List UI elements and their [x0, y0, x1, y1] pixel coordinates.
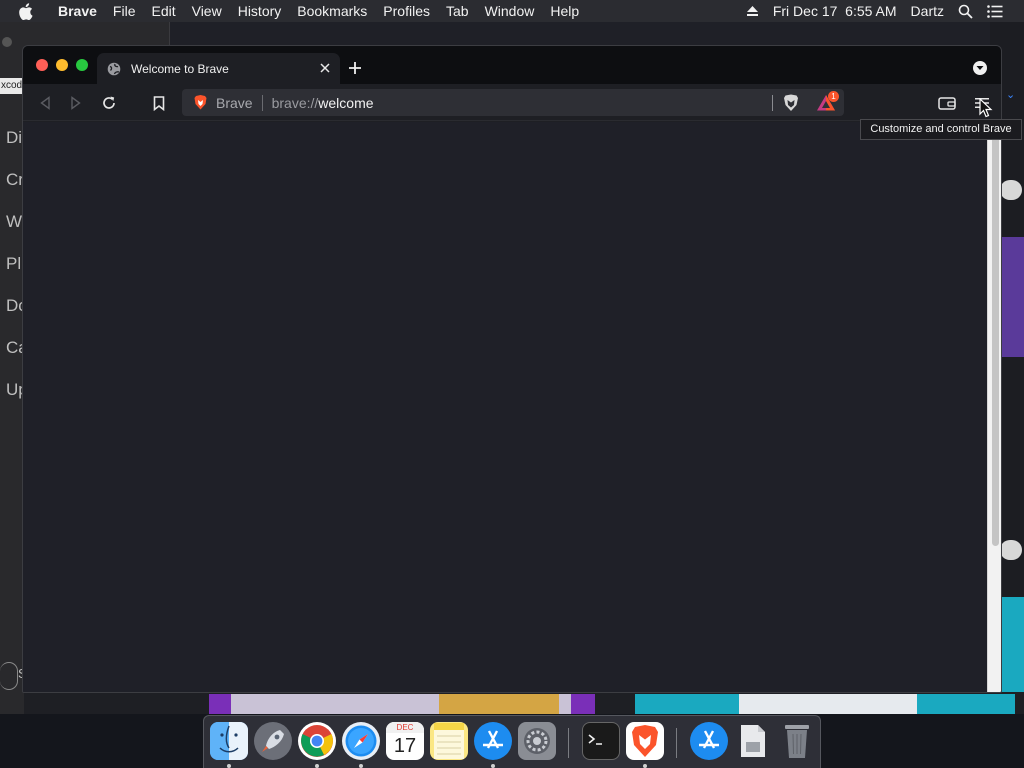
running-indicator	[315, 764, 319, 768]
mouse-pointer-icon	[979, 97, 993, 118]
running-indicator	[359, 764, 363, 768]
address-separator	[261, 94, 263, 111]
background-thumbnail	[1000, 237, 1024, 357]
menu-bookmarks[interactable]: Bookmarks	[289, 3, 375, 19]
background-thumbnail	[209, 694, 595, 714]
safari-icon[interactable]	[342, 722, 380, 760]
background-toggle	[1000, 540, 1022, 560]
background-window-dot	[2, 37, 12, 47]
chrome-icon[interactable]	[298, 722, 336, 760]
calendar-day: 17	[393, 735, 417, 757]
site-chip-label: Brave	[216, 94, 253, 111]
tab-title: Welcome to Brave	[131, 61, 229, 76]
eject-icon[interactable]	[739, 5, 766, 17]
dock-divider	[568, 728, 569, 758]
notification-center-icon[interactable]	[980, 4, 1010, 18]
menu-user[interactable]: Dartz	[904, 3, 951, 19]
window-maximize-button[interactable]	[76, 59, 88, 71]
app-store-folder-icon[interactable]	[690, 722, 728, 760]
background-windows-bottom	[24, 692, 1024, 714]
app-store-icon[interactable]	[474, 722, 512, 760]
bookmark-icon[interactable]	[148, 92, 170, 114]
menu-help[interactable]: Help	[542, 3, 587, 19]
running-indicator	[227, 764, 231, 768]
apple-menu-icon[interactable]	[18, 2, 36, 20]
tab-strip: Welcome to Brave	[23, 46, 1001, 84]
url-text[interactable]: brave://welcome	[272, 95, 374, 111]
notes-icon[interactable]	[430, 722, 468, 760]
launchpad-icon[interactable]	[254, 722, 292, 760]
brave-shield-icon	[194, 95, 208, 111]
scrollbar-thumb[interactable]	[992, 132, 999, 546]
forward-arrow-icon[interactable]	[65, 92, 87, 114]
background-label: Pl	[6, 254, 22, 273]
chevron-down-icon: ⌄	[1006, 89, 1016, 101]
menu-window[interactable]: Window	[477, 3, 543, 19]
calendar-icon[interactable]: DEC 17	[386, 722, 424, 760]
running-indicator	[643, 764, 647, 768]
url-host: welcome	[318, 94, 374, 111]
background-circle-button	[0, 662, 18, 690]
running-indicator	[491, 764, 495, 768]
brave-icon[interactable]	[626, 722, 664, 760]
wallet-icon[interactable]	[936, 92, 958, 114]
menu-file[interactable]: File	[105, 3, 144, 19]
menu-edit[interactable]: Edit	[143, 3, 183, 19]
url-scheme: brave://	[271, 94, 319, 111]
background-toggle	[1000, 180, 1022, 200]
menu-view[interactable]: View	[184, 3, 230, 19]
menu-profiles[interactable]: Profiles	[375, 3, 438, 19]
background-label: W	[6, 212, 23, 231]
dock: DEC 17	[203, 715, 821, 768]
documents-folder-icon[interactable]	[734, 722, 772, 760]
menu-clock[interactable]: Fri Dec 17 6:55 AM	[766, 3, 904, 19]
terminal-icon[interactable]	[582, 722, 620, 760]
vertical-scrollbar[interactable]	[987, 122, 1001, 692]
menu-bar: Brave File Edit View History Bookmarks P…	[0, 0, 1024, 22]
window-close-button[interactable]	[36, 59, 48, 71]
globe-icon	[107, 62, 121, 76]
window-minimize-button[interactable]	[56, 59, 68, 71]
tab-welcome[interactable]: Welcome to Brave	[97, 53, 340, 84]
menu-tab[interactable]: Tab	[438, 3, 477, 19]
reload-icon[interactable]	[98, 92, 120, 114]
finder-icon[interactable]	[210, 722, 248, 760]
address-separator	[772, 95, 773, 111]
brave-rewards-icon[interactable]: 1	[816, 91, 839, 113]
new-tab-plus-icon[interactable]	[345, 58, 365, 78]
rewards-notification-badge: 1	[828, 91, 839, 102]
menu-history[interactable]: History	[230, 3, 290, 19]
background-thumbnail	[635, 694, 1015, 714]
menu-tooltip: Customize and control Brave	[860, 119, 1022, 140]
background-label: Di	[6, 128, 23, 147]
address-bar[interactable]: Brave brave://welcome 1	[182, 89, 844, 116]
browser-toolbar: Brave brave://welcome 1	[23, 84, 1001, 121]
brave-shields-lion-icon[interactable]	[782, 93, 800, 112]
system-preferences-icon[interactable]	[518, 722, 556, 760]
dock-divider	[676, 728, 677, 758]
browser-window: Welcome to Brave Brave brave://welcome 1	[22, 45, 1002, 693]
back-arrow-icon[interactable]	[34, 92, 56, 114]
spotlight-search-icon[interactable]	[951, 4, 980, 19]
trash-icon[interactable]	[778, 722, 816, 760]
tab-search-chevron-icon[interactable]	[973, 61, 987, 75]
background-window-tab: xcod	[0, 78, 24, 94]
page-content	[23, 122, 987, 692]
menu-app-name[interactable]: Brave	[50, 3, 105, 19]
tab-close-icon[interactable]	[318, 61, 332, 75]
